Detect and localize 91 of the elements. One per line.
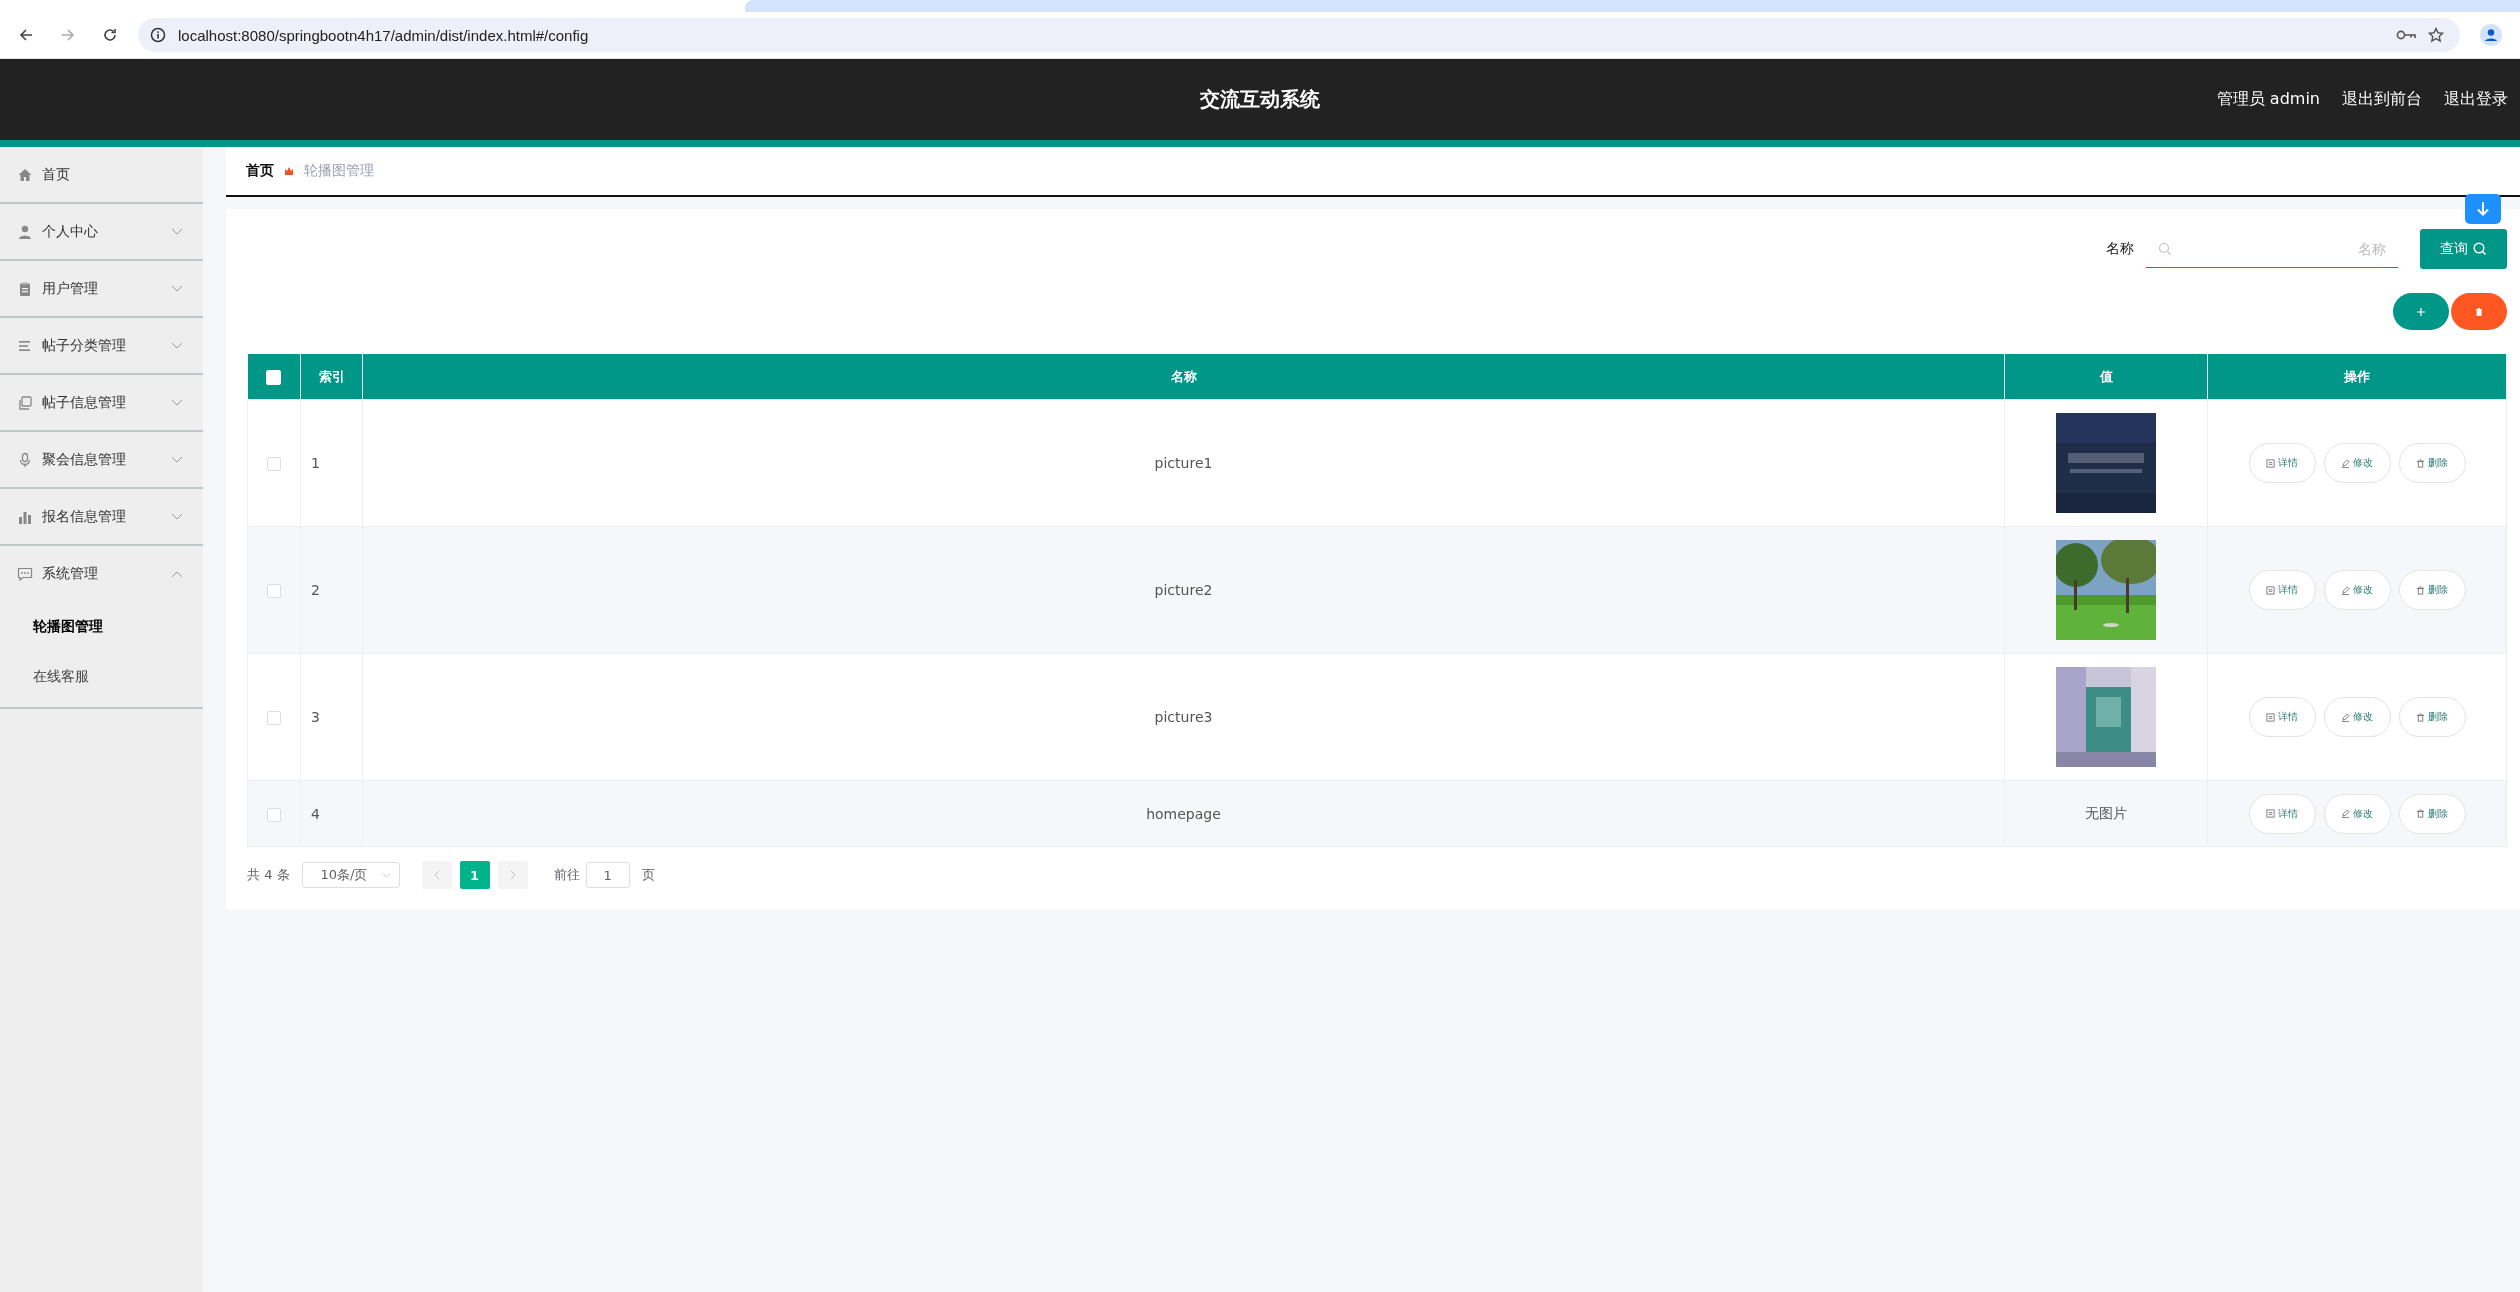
search-icon [2473, 242, 2487, 256]
action-button[interactable]: 修改 [2323, 570, 2391, 610]
submenu-item[interactable]: 轮播图管理 [0, 601, 203, 651]
sidebar-item[interactable]: 首页 [0, 147, 203, 202]
document-icon [2266, 585, 2275, 595]
row-checkbox[interactable] [267, 584, 281, 598]
page-size-select[interactable]: 10条/页 [301, 862, 400, 888]
info-icon[interactable] [150, 27, 166, 43]
trash-icon [2474, 306, 2484, 317]
clipboard-icon [17, 280, 33, 297]
page-unit-label: 页 [641, 866, 655, 884]
search-button[interactable]: 查询 [2420, 229, 2507, 269]
column-header: 名称 [362, 354, 2005, 400]
sidebar-item[interactable]: 个人中心 [0, 204, 203, 259]
header-link[interactable]: 退出登录 [2444, 89, 2508, 110]
pencil-icon [2341, 585, 2350, 595]
chevron-left-icon [433, 870, 440, 880]
star-icon[interactable] [2428, 27, 2444, 43]
trash-icon [2416, 585, 2425, 595]
total-count: 共 4 条 [247, 866, 290, 884]
address-bar[interactable]: localhost:8080/springbootn4h17/admin/dist/index.html#/config [138, 18, 2460, 52]
action-button[interactable]: 删除 [2398, 697, 2466, 737]
forward-icon[interactable] [60, 27, 76, 43]
reload-icon[interactable] [102, 27, 118, 43]
document-icon [2266, 809, 2275, 818]
document-icon [2266, 712, 2275, 722]
download-button[interactable] [2465, 194, 2501, 224]
search-field[interactable]: 名称 [2146, 230, 2398, 268]
table-cell: 3 [300, 653, 363, 781]
sidebar-item[interactable]: 系统管理 [0, 546, 203, 601]
trash-icon [2416, 458, 2425, 468]
sidebar-item[interactable]: 用户管理 [0, 261, 203, 316]
back-icon[interactable] [18, 27, 34, 43]
action-button[interactable]: 删除 [2398, 570, 2466, 610]
column-header: 索引 [300, 354, 363, 400]
search-icon [2158, 242, 2172, 256]
delete-button[interactable] [2451, 293, 2507, 330]
column-header: 操作 [2207, 354, 2507, 400]
action-button[interactable]: 修改 [2323, 793, 2391, 834]
table-cell: 1 [300, 399, 363, 527]
select-all-checkbox[interactable] [266, 369, 282, 385]
row-checkbox[interactable] [267, 711, 281, 725]
sidebar-item[interactable]: 帖子信息管理 [0, 375, 203, 430]
action-button[interactable]: 修改 [2323, 443, 2391, 483]
sidebar-item[interactable]: 聚会信息管理 [0, 432, 203, 487]
table-cell: 4 [300, 780, 363, 847]
chevron-icon [381, 872, 391, 878]
action-button[interactable]: 修改 [2323, 697, 2391, 737]
home-icon [17, 166, 33, 183]
breadcrumb-link[interactable]: 首页 [246, 162, 274, 180]
table-cell: picture2 [362, 526, 2005, 654]
table-cell: 无图片 [2004, 780, 2208, 847]
row-checkbox[interactable] [267, 807, 281, 822]
add-button[interactable] [2393, 293, 2449, 330]
table-cell: picture1 [362, 399, 2005, 527]
chat-icon [17, 565, 33, 582]
submenu-item[interactable]: 在线客服 [0, 651, 203, 701]
profile-icon[interactable] [2480, 24, 2502, 46]
app-title: 交流互动系统 [1200, 86, 1320, 113]
table-cell: 2 [300, 526, 363, 654]
sidebar-item[interactable]: 报名信息管理 [0, 489, 203, 544]
pencil-icon [2341, 458, 2350, 468]
pencil-icon [2341, 809, 2350, 818]
table-cell: picture3 [362, 653, 2005, 781]
action-button[interactable]: 详情 [2248, 570, 2316, 610]
sidebar-item[interactable]: 帖子分类管理 [0, 318, 203, 373]
copy-icon [17, 394, 33, 411]
microphone-icon [17, 451, 33, 468]
row-checkbox[interactable] [267, 457, 281, 471]
action-button[interactable]: 详情 [2248, 697, 2316, 737]
document-icon [2266, 458, 2275, 468]
column-header: 值 [2004, 354, 2208, 400]
action-button[interactable]: 详情 [2248, 793, 2316, 834]
arrow-down-icon [2474, 200, 2492, 218]
crown-icon [284, 166, 294, 176]
table-cell: homepage [362, 780, 2005, 847]
action-button[interactable]: 详情 [2248, 443, 2316, 483]
goto-label: 前往 [553, 866, 580, 884]
trash-icon [2416, 712, 2425, 722]
trash-icon [2416, 809, 2425, 818]
plus-icon [2416, 306, 2426, 317]
search-label: 名称 [2106, 240, 2134, 258]
action-button[interactable]: 删除 [2398, 443, 2466, 483]
pencil-icon [2341, 712, 2350, 722]
header-link[interactable]: 退出到前台 [2342, 89, 2422, 110]
goto-page-field[interactable]: 1 [585, 862, 630, 888]
key-icon[interactable] [2396, 29, 2416, 41]
chevron-right-icon [509, 870, 516, 880]
action-button[interactable]: 删除 [2398, 793, 2466, 834]
user-label: 管理员 admin [2216, 89, 2320, 110]
person-icon [17, 223, 33, 240]
